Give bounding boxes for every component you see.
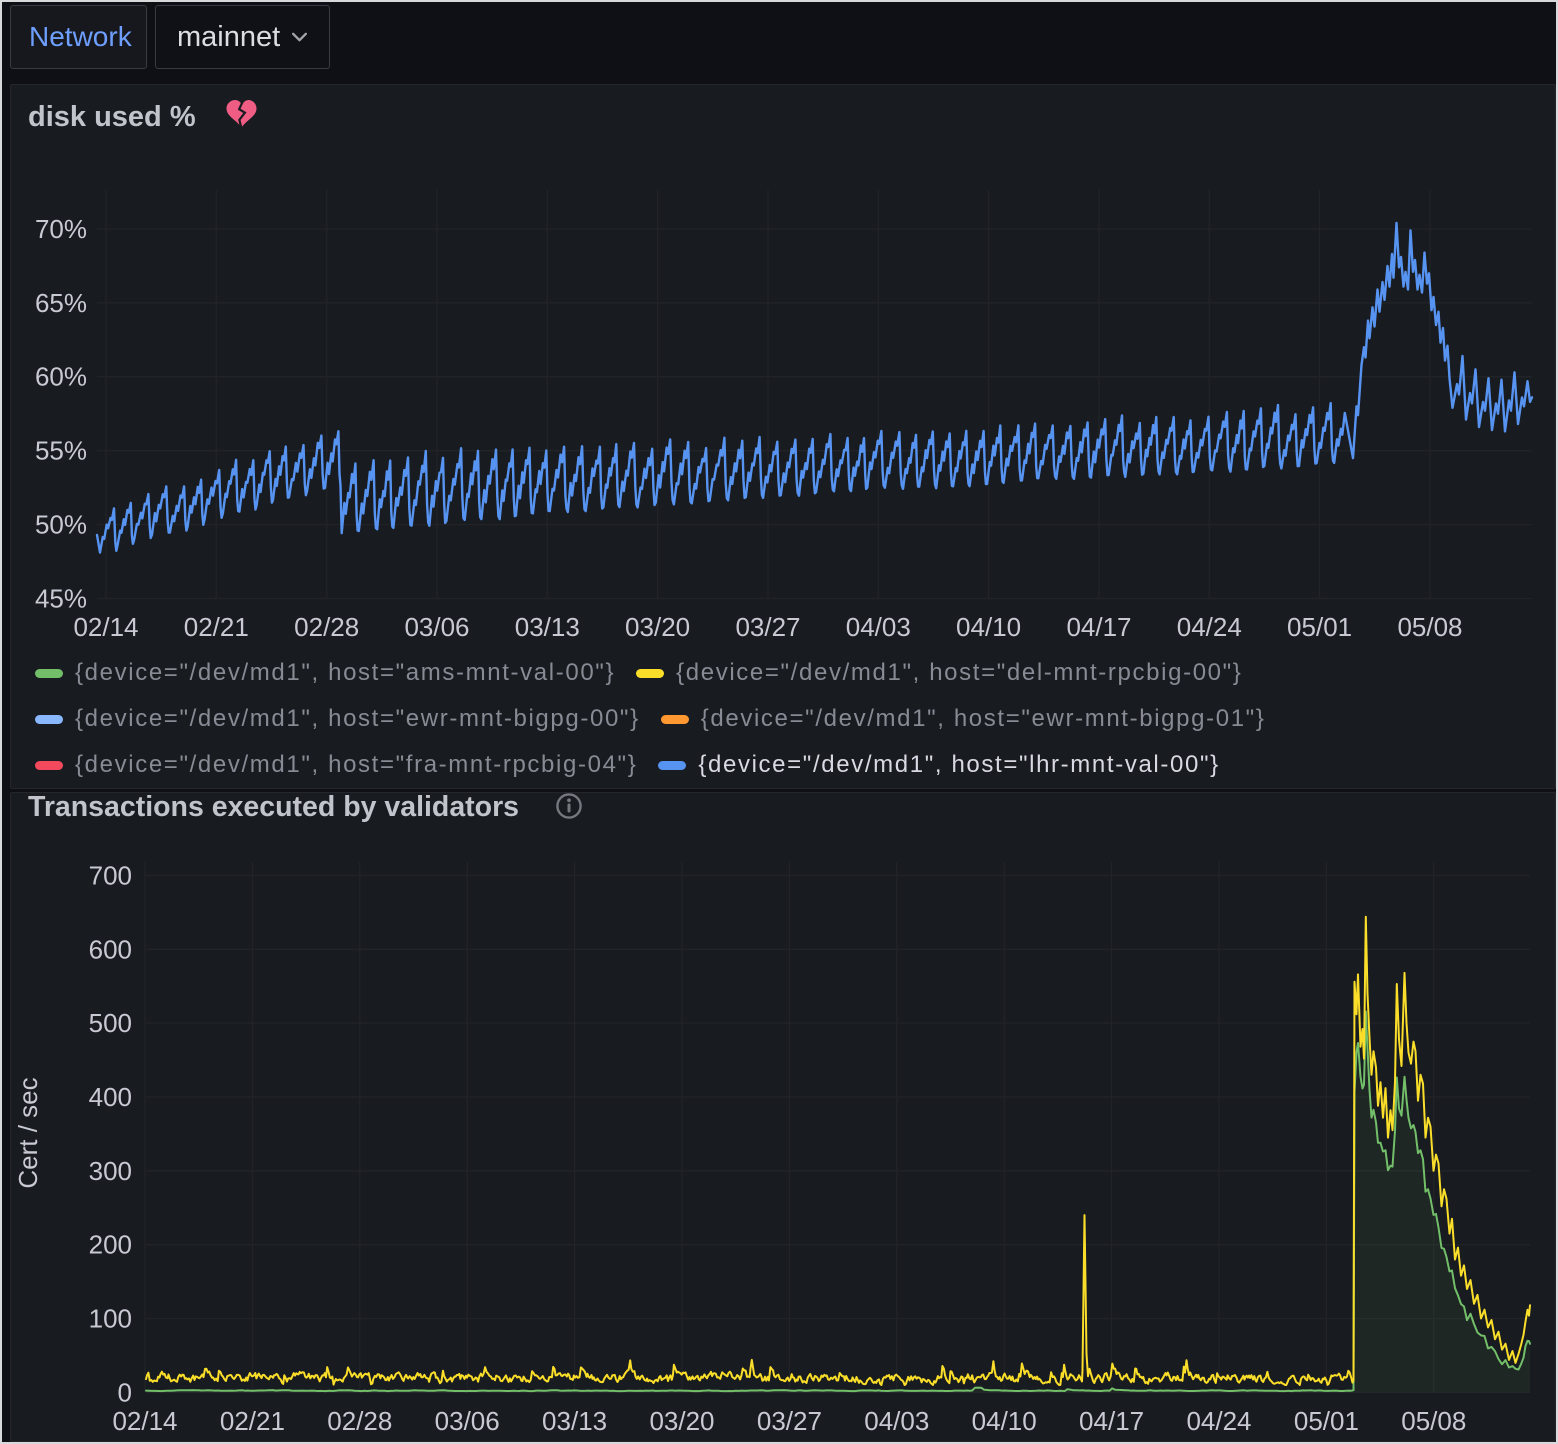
svg-text:300: 300 — [89, 1156, 132, 1186]
svg-text:03/27: 03/27 — [757, 1406, 822, 1436]
svg-text:04/10: 04/10 — [956, 612, 1021, 642]
svg-text:03/13: 03/13 — [542, 1406, 607, 1436]
svg-text:600: 600 — [89, 934, 132, 964]
svg-text:04/17: 04/17 — [1079, 1406, 1144, 1436]
svg-text:04/03: 04/03 — [864, 1406, 929, 1436]
svg-text:50%: 50% — [35, 510, 87, 540]
svg-text:60%: 60% — [35, 362, 87, 392]
svg-text:700: 700 — [89, 860, 132, 890]
svg-text:03/06: 03/06 — [435, 1406, 500, 1436]
svg-text:03/20: 03/20 — [649, 1406, 714, 1436]
svg-text:05/01: 05/01 — [1287, 612, 1352, 642]
svg-text:05/01: 05/01 — [1294, 1406, 1359, 1436]
svg-text:65%: 65% — [35, 288, 87, 318]
svg-text:200: 200 — [89, 1230, 132, 1260]
svg-text:03/06: 03/06 — [404, 612, 469, 642]
svg-text:04/03: 04/03 — [846, 612, 911, 642]
svg-text:02/28: 02/28 — [327, 1406, 392, 1436]
svg-text:0: 0 — [118, 1377, 132, 1407]
svg-text:02/21: 02/21 — [184, 612, 249, 642]
svg-text:100: 100 — [89, 1304, 132, 1334]
svg-text:02/21: 02/21 — [220, 1406, 285, 1436]
svg-text:03/27: 03/27 — [735, 612, 800, 642]
svg-text:55%: 55% — [35, 436, 87, 466]
svg-text:04/10: 04/10 — [972, 1406, 1037, 1436]
svg-text:05/08: 05/08 — [1397, 612, 1462, 642]
svg-text:03/20: 03/20 — [625, 612, 690, 642]
svg-text:03/13: 03/13 — [515, 612, 580, 642]
svg-text:04/24: 04/24 — [1177, 612, 1242, 642]
svg-text:04/24: 04/24 — [1186, 1406, 1251, 1436]
svg-text:02/14: 02/14 — [73, 612, 138, 642]
svg-text:02/14: 02/14 — [112, 1406, 177, 1436]
svg-text:500: 500 — [89, 1008, 132, 1038]
svg-text:45%: 45% — [35, 584, 87, 614]
svg-text:05/08: 05/08 — [1401, 1406, 1466, 1436]
svg-text:400: 400 — [89, 1082, 132, 1112]
svg-text:70%: 70% — [35, 214, 87, 244]
svg-text:02/28: 02/28 — [294, 612, 359, 642]
svg-text:Cert / sec: Cert / sec — [13, 1077, 43, 1188]
svg-text:04/17: 04/17 — [1066, 612, 1131, 642]
